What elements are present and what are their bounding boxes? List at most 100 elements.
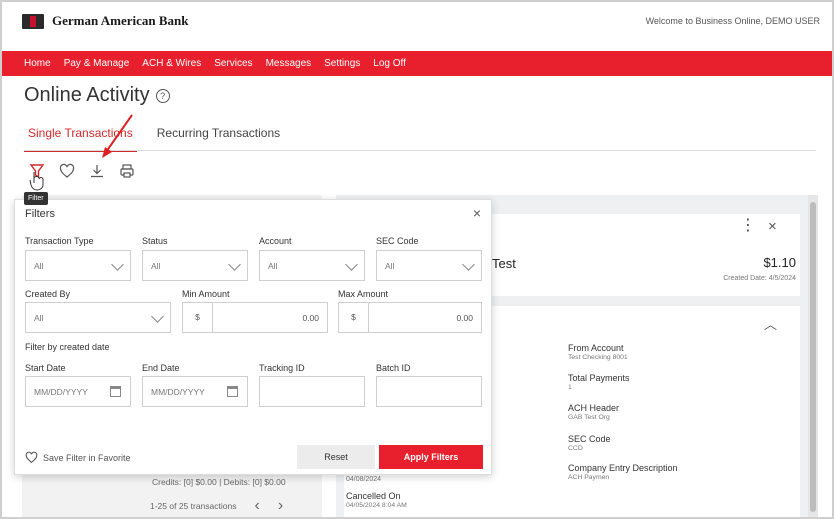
nav-ach-wires[interactable]: ACH & Wires	[142, 58, 201, 69]
detail-sec-code: SEC Code CCD	[568, 434, 611, 452]
created-by-select[interactable]: All	[25, 302, 171, 333]
chevron-down-icon	[345, 258, 358, 271]
tab-single-transactions[interactable]: Single Transactions	[24, 126, 137, 152]
end-date-input[interactable]: MM/DD/YYYY	[142, 376, 248, 407]
detail-value: ACH Paymen	[568, 474, 610, 481]
detail-label: Company Entry Description	[568, 463, 678, 473]
calendar-icon[interactable]	[227, 386, 238, 397]
nav-services[interactable]: Services	[214, 58, 252, 69]
detail-value: 04/05/2024 8:04 AM	[346, 502, 407, 509]
date-placeholder: MM/DD/YYYY	[151, 387, 205, 397]
detail-cancelled-on: Cancelled On 04/05/2024 8:04 AM	[346, 491, 407, 509]
detail-total-payments: Total Payments 1	[568, 373, 630, 391]
max-amount-input[interactable]: $ 0.00	[338, 302, 482, 333]
page-title-text: Online Activity	[24, 84, 150, 106]
status-label: Status	[142, 236, 168, 246]
toolbar	[28, 162, 136, 180]
batch-id-input[interactable]	[376, 376, 482, 407]
download-icon[interactable]	[88, 162, 106, 180]
batch-id-label: Batch ID	[376, 363, 411, 373]
detail-value: Test Checking 8001	[568, 354, 628, 361]
detail-label: From Account	[568, 343, 624, 353]
calendar-icon[interactable]	[110, 386, 121, 397]
reset-button[interactable]: Reset	[297, 445, 375, 469]
chevron-up-icon[interactable]: ︿	[764, 314, 777, 333]
detail-ach-header: ACH Header GAB Test Org	[568, 403, 619, 421]
chevron-right-icon[interactable]: ›	[278, 498, 283, 514]
filters-modal: Filters × Transaction Type All Status Al…	[14, 199, 492, 475]
filters-title: Filters	[25, 208, 55, 220]
select-value: All	[385, 261, 395, 271]
filter-date-section-label: Filter by created date	[25, 342, 110, 352]
tab-recurring-transactions[interactable]: Recurring Transactions	[153, 126, 284, 152]
detail-label: ACH Header	[568, 403, 620, 413]
start-date-label: Start Date	[25, 363, 66, 373]
heart-icon	[25, 451, 38, 464]
transaction-title: Test	[492, 256, 516, 271]
pagination: 1-25 of 25 transactions ‹ ›	[150, 498, 283, 514]
detail-label: SEC Code	[568, 434, 611, 444]
detail-value: CCD	[568, 445, 583, 452]
created-by-label: Created By	[25, 289, 71, 299]
activity-tabs: Single Transactions Recurring Transactio…	[24, 126, 284, 152]
account-select[interactable]: All	[259, 250, 365, 281]
min-amount-input[interactable]: $ 0.00	[182, 302, 328, 333]
status-select[interactable]: All	[142, 250, 248, 281]
currency-symbol: $	[183, 303, 213, 332]
tracking-id-label: Tracking ID	[259, 363, 305, 373]
chevron-down-icon	[151, 310, 164, 323]
chevron-left-icon[interactable]: ‹	[254, 498, 259, 514]
nav-messages[interactable]: Messages	[266, 58, 312, 69]
main-nav: Home Pay & Manage ACH & Wires Services M…	[2, 51, 832, 76]
detail-scroll-thumb[interactable]	[810, 202, 816, 512]
bank-logo[interactable]: German American Bank	[22, 13, 189, 29]
end-date-label: End Date	[142, 363, 180, 373]
account-label: Account	[259, 236, 292, 246]
info-icon[interactable]: ?	[155, 88, 170, 103]
apply-filters-button[interactable]: Apply Filters	[379, 445, 483, 469]
select-value: All	[268, 261, 278, 271]
nav-settings[interactable]: Settings	[324, 58, 360, 69]
start-date-input[interactable]: MM/DD/YYYY	[25, 376, 131, 407]
transaction-type-label: Transaction Type	[25, 236, 94, 246]
detail-date: 04/08/2024	[346, 476, 382, 483]
currency-symbol: $	[339, 303, 369, 332]
print-icon[interactable]	[118, 162, 136, 180]
transaction-type-select[interactable]: All	[25, 250, 131, 281]
min-amount-label: Min Amount	[182, 289, 230, 299]
heart-icon[interactable]	[58, 162, 76, 180]
detail-label: Total Payments	[568, 373, 630, 383]
filter-icon[interactable]	[28, 162, 46, 180]
save-filter-favorite[interactable]: Save Filter in Favorite	[25, 451, 131, 464]
sec-code-select[interactable]: All	[376, 250, 482, 281]
welcome-text: Welcome to Business Online, DEMO USER	[645, 16, 820, 26]
chevron-down-icon	[462, 258, 475, 271]
kebab-menu-icon[interactable]: ⋮	[740, 215, 756, 235]
date-placeholder: MM/DD/YYYY	[34, 387, 88, 397]
nav-home[interactable]: Home	[24, 58, 51, 69]
pagination-text: 1-25 of 25 transactions	[150, 501, 237, 511]
chevron-down-icon	[228, 258, 241, 271]
select-value: All	[151, 261, 161, 271]
select-value: All	[34, 261, 44, 271]
created-date: Created Date: 4/5/2024	[723, 275, 796, 282]
detail-company-entry: Company Entry Description ACH Paymen	[568, 463, 678, 481]
tabs-divider	[24, 150, 816, 151]
filter-tooltip: Filter	[24, 192, 48, 205]
save-filter-label: Save Filter in Favorite	[43, 452, 131, 463]
bank-name: German American Bank	[52, 13, 189, 28]
nav-pay-manage[interactable]: Pay & Manage	[64, 58, 130, 69]
tracking-id-input[interactable]	[259, 376, 365, 407]
page-title: Online Activity ?	[24, 84, 170, 107]
close-detail-icon[interactable]: ×	[768, 218, 777, 235]
bank-logo-icon	[22, 13, 44, 29]
chevron-down-icon	[111, 258, 124, 271]
max-amount-label: Max Amount	[338, 289, 389, 299]
nav-log-off[interactable]: Log Off	[373, 58, 406, 69]
close-filters-icon[interactable]: ×	[473, 205, 481, 221]
select-value: All	[34, 313, 44, 323]
browser-frame: German American Bank Welcome to Business…	[0, 0, 834, 519]
detail-value: 1	[568, 384, 572, 391]
credits-summary: Credits: [0] $0.00 | Debits: [0] $0.00	[152, 477, 286, 487]
sec-code-label: SEC Code	[376, 236, 419, 246]
